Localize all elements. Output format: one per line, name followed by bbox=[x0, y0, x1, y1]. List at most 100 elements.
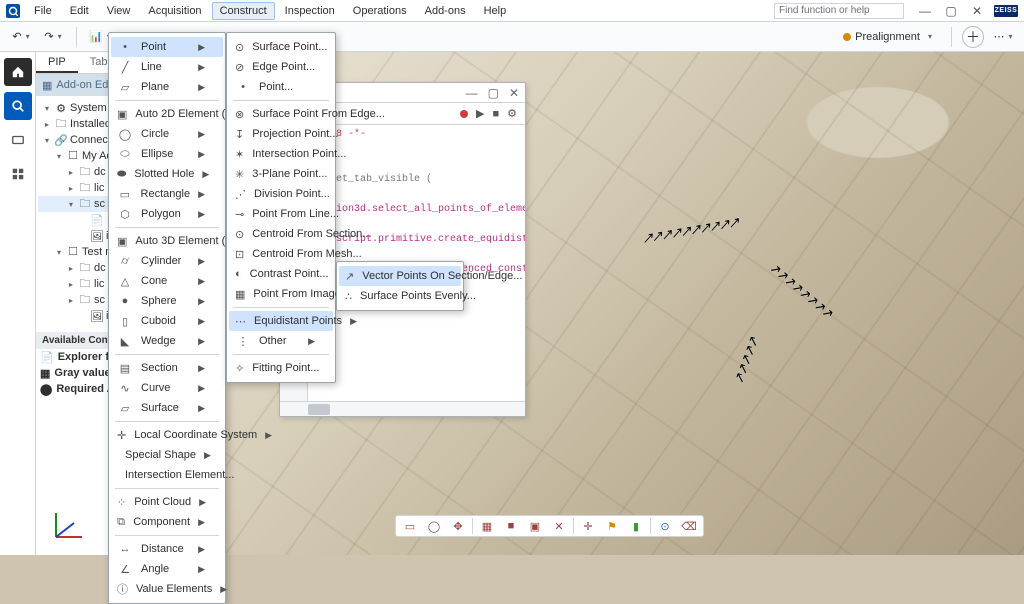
tray-cross-icon[interactable]: ✛ bbox=[578, 517, 598, 535]
menu-item-other[interactable]: ⋮Other▶ bbox=[229, 331, 333, 351]
menu-item-cone[interactable]: △Cone▶ bbox=[111, 271, 223, 291]
tray-select-icon[interactable]: ▭ bbox=[400, 517, 420, 535]
menu-item-point[interactable]: •Point▶ bbox=[111, 37, 223, 57]
menu-item-slotted-hole[interactable]: ⬬Slotted Hole▶ bbox=[111, 164, 223, 184]
menu-item-3-plane-point[interactable]: ✳3-Plane Point... bbox=[229, 164, 333, 184]
menu-item-cylinder[interactable]: ⌭Cylinder▶ bbox=[111, 251, 223, 271]
search-button[interactable] bbox=[4, 92, 32, 120]
tray-clear-icon[interactable]: ⌫ bbox=[679, 517, 699, 535]
viewport-tool-tray[interactable]: ▭ ◯ ✥ ▦ ■ ▣ ✕ ✛ ⚑ ▮ ⊙ ⌫ bbox=[395, 515, 704, 537]
construct-menu[interactable]: •Point▶╱Line▶▱Plane▶ ▣Auto 2D Element (No… bbox=[108, 32, 226, 604]
tray-deviation-icon[interactable]: ▮ bbox=[626, 517, 646, 535]
menu-view[interactable]: View bbox=[99, 2, 139, 20]
tray-lasso-icon[interactable]: ◯ bbox=[424, 517, 444, 535]
tray-select-vis-icon[interactable]: ▣ bbox=[525, 517, 545, 535]
menu-item-component[interactable]: ⧉Component▶ bbox=[111, 512, 223, 532]
stop-button[interactable]: ■ bbox=[492, 108, 499, 120]
script-minimize-button[interactable]: — bbox=[466, 86, 478, 100]
menu-item-fitting-point[interactable]: ✧Fitting Point... bbox=[229, 358, 333, 378]
status-dot-icon bbox=[843, 33, 851, 41]
equidistant-submenu[interactable]: ↗Vector Points On Section/Edge...∴Surfac… bbox=[336, 261, 464, 311]
menu-item-contrast-point[interactable]: ◐Contrast Point... bbox=[229, 264, 333, 284]
menu-item-equidistant-points[interactable]: ⋯Equidistant Points▶ bbox=[229, 311, 333, 331]
menu-item-edge-point[interactable]: ⊘Edge Point... bbox=[229, 57, 333, 77]
menu-item-centroid-from-mesh[interactable]: ⊡Centroid From Mesh... bbox=[229, 244, 333, 264]
menu-item-ellipse[interactable]: ⬭Ellipse▶ bbox=[111, 144, 223, 164]
menu-item-surface-point-from-edge[interactable]: ⊗Surface Point From Edge... bbox=[229, 104, 333, 124]
menu-item-point-from-line[interactable]: ⊸Point From Line... bbox=[229, 204, 333, 224]
menu-item-rectangle[interactable]: ▭Rectangle▶ bbox=[111, 184, 223, 204]
brand-logo: ZEISS bbox=[994, 5, 1018, 17]
menu-item-point[interactable]: •Point... bbox=[229, 77, 333, 97]
menu-item-circle[interactable]: ◯Circle▶ bbox=[111, 124, 223, 144]
menu-construct[interactable]: Construct bbox=[212, 2, 275, 20]
menu-file[interactable]: File bbox=[26, 2, 60, 20]
menu-inspection[interactable]: Inspection bbox=[277, 2, 343, 20]
record-icon[interactable] bbox=[460, 110, 468, 118]
menu-item-cuboid[interactable]: ▯Cuboid▶ bbox=[111, 311, 223, 331]
tray-select-all-icon[interactable]: ■ bbox=[501, 517, 521, 535]
menu-operations[interactable]: Operations bbox=[345, 2, 415, 20]
menu-item-point-cloud[interactable]: ⁘Point Cloud▶ bbox=[111, 492, 223, 512]
menu-item-surface[interactable]: ▱Surface▶ bbox=[111, 398, 223, 418]
addon-icon: ▦ bbox=[42, 79, 52, 92]
window-buttons: — ▢ ✕ bbox=[914, 3, 988, 19]
script-settings-icon[interactable]: ⚙ bbox=[507, 107, 517, 120]
menu-edit[interactable]: Edit bbox=[62, 2, 97, 20]
menu-item-auto-3d-element-nominal[interactable]: ▣Auto 3D Element (Nominal)... bbox=[111, 231, 223, 251]
point-submenu[interactable]: ⊙Surface Point...⊘Edge Point...•Point...… bbox=[226, 32, 336, 383]
menu-item-distance[interactable]: ↔Distance▶ bbox=[111, 539, 223, 559]
tray-mesh-icon[interactable]: ▦ bbox=[477, 517, 497, 535]
menu-item-special-shape[interactable]: Special Shape▶ bbox=[111, 445, 223, 465]
script-maximize-button[interactable]: ▢ bbox=[488, 86, 499, 100]
menu-item-plane[interactable]: ▱Plane▶ bbox=[111, 77, 223, 97]
close-button[interactable]: ✕ bbox=[966, 3, 988, 19]
menu-item-line[interactable]: ╱Line▶ bbox=[111, 57, 223, 77]
menu-item-point-from-image-points[interactable]: ▦Point From Image Points... bbox=[229, 284, 333, 304]
add-button[interactable]: ＋ bbox=[962, 26, 984, 48]
tray-point-icon[interactable]: ⊙ bbox=[655, 517, 675, 535]
menu-item-vector-points-on-section-edge[interactable]: ↗Vector Points On Section/Edge... bbox=[339, 266, 461, 286]
activity-bar bbox=[0, 52, 36, 555]
menu-item-intersection-element[interactable]: Intersection Element... bbox=[111, 465, 223, 485]
search-input[interactable]: Find function or help bbox=[774, 3, 904, 19]
menu-item-division-point[interactable]: ⋰Division Point... bbox=[229, 184, 333, 204]
home-button[interactable] bbox=[4, 58, 32, 86]
menu-item-intersection-point[interactable]: ✶Intersection Point... bbox=[229, 144, 333, 164]
maximize-button[interactable]: ▢ bbox=[940, 3, 962, 19]
horizontal-scrollbar[interactable] bbox=[280, 401, 525, 416]
tray-move-icon[interactable]: ✥ bbox=[448, 517, 468, 535]
menu-item-surface-points-evenly[interactable]: ∴Surface Points Evenly... bbox=[339, 286, 461, 306]
menu-acquisition[interactable]: Acquisition bbox=[140, 2, 209, 20]
menu-item-angle[interactable]: ∠Angle▶ bbox=[111, 559, 223, 579]
tray-flag-icon[interactable]: ⚑ bbox=[602, 517, 622, 535]
undo-dropdown[interactable]: ↶ bbox=[8, 26, 34, 48]
menu-item-curve[interactable]: ∿Curve▶ bbox=[111, 378, 223, 398]
menu-item-local-coordinate-system[interactable]: ✛Local Coordinate System▶ bbox=[111, 425, 223, 445]
menu-item-sphere[interactable]: ●Sphere▶ bbox=[111, 291, 223, 311]
menu-item-auto-2d-element-nominal[interactable]: ▣Auto 2D Element (Nominal)... bbox=[111, 104, 223, 124]
menu-item-wedge[interactable]: ◣Wedge▶ bbox=[111, 331, 223, 351]
grid-button[interactable] bbox=[4, 160, 32, 188]
menu-item-centroid-from-section[interactable]: ⊙Centroid From Section... bbox=[229, 224, 333, 244]
explorer-tab-pip[interactable]: PIP bbox=[36, 52, 78, 73]
app-icon bbox=[6, 4, 20, 18]
minimize-button[interactable]: — bbox=[914, 3, 936, 19]
more-dropdown[interactable]: ⋯ bbox=[990, 26, 1016, 48]
menu-help[interactable]: Help bbox=[476, 2, 515, 20]
menu-item-polygon[interactable]: ⬡Polygon▶ bbox=[111, 204, 223, 224]
tray-x-icon[interactable]: ✕ bbox=[549, 517, 569, 535]
menu-bar: FileEditViewAcquisitionConstructInspecti… bbox=[26, 2, 514, 20]
play-button[interactable]: ▶ bbox=[476, 107, 484, 120]
vector-trail-3: ↗↗↗↗↗ bbox=[730, 335, 763, 385]
menu-item-projection-point[interactable]: ↧Projection Point... bbox=[229, 124, 333, 144]
script-close-button[interactable]: ✕ bbox=[509, 86, 519, 100]
inspect-button[interactable] bbox=[4, 126, 32, 154]
menu-item-section[interactable]: ▤Section▶ bbox=[111, 358, 223, 378]
corner-axes-icon bbox=[48, 505, 88, 545]
redo-dropdown[interactable]: ↷ bbox=[40, 26, 66, 48]
menu-item-value-elements[interactable]: ⓘValue Elements▶ bbox=[111, 579, 223, 599]
prealignment-selector[interactable]: Prealignment ▾ bbox=[834, 27, 941, 47]
menu-add-ons[interactable]: Add-ons bbox=[417, 2, 474, 20]
menu-item-surface-point[interactable]: ⊙Surface Point... bbox=[229, 37, 333, 57]
